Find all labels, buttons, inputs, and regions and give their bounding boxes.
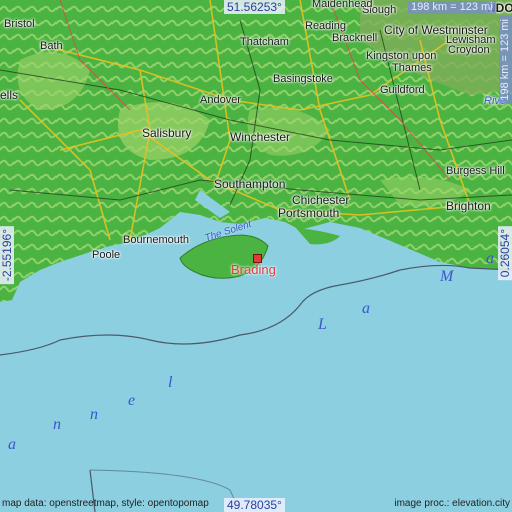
credit-image-proc: image proc.: elevation.city [394, 498, 510, 509]
channel-letter-7: a [362, 300, 370, 317]
place-portsmouth: Portsmouth [278, 206, 340, 220]
place-kingston: Kingston upon [366, 50, 437, 62]
channel-letter-8: M [440, 268, 454, 285]
place-chichester: Chichester [292, 193, 350, 207]
channel-letter-1: a [8, 436, 16, 453]
coord-right-lon: 0.26054° [498, 226, 512, 281]
place-maidenhead: Maidenhead [312, 0, 373, 10]
coord-left-lon: -2.55196° [0, 226, 14, 285]
place-bristol: Bristol [4, 18, 35, 30]
map-canvas[interactable]: Bath Bristol ells Salisbury Andover Winc… [0, 0, 512, 512]
channel-letter-3: n [90, 406, 98, 423]
credit-map-data: map data: openstreetmap, style: opentopo… [2, 498, 209, 509]
channel-letter-5: l [168, 374, 173, 391]
channel-letter-4: e [128, 392, 136, 409]
scale-right: 198 km = 123 mi [499, 16, 512, 104]
place-winchester: Winchester [230, 130, 291, 144]
place-croydon: Croydon [448, 44, 490, 56]
channel-letter-2: n [53, 416, 61, 433]
place-burgess-hill: Burgess Hill [446, 165, 505, 177]
place-poole: Poole [92, 249, 121, 261]
place-basingstoke: Basingstoke [273, 73, 333, 85]
place-bournemouth: Bournemouth [123, 234, 190, 246]
scale-top: 198 km = 123 mi [408, 1, 496, 14]
place-bath: Bath [40, 40, 63, 52]
place-southampton: Southampton [214, 177, 286, 191]
place-andover: Andover [200, 94, 241, 106]
coord-bottom-lat: 49.78035° [224, 498, 285, 512]
channel-letter-6: L [318, 316, 327, 333]
place-bracknell: Bracknell [332, 32, 378, 44]
highlight-place-label[interactable]: Brading [231, 262, 276, 277]
place-thames: Thames [392, 62, 432, 74]
place-thatcham: Thatcham [240, 36, 289, 48]
place-salisbury: Salisbury [142, 126, 192, 140]
channel-letter-9: a [486, 250, 494, 267]
place-brighton: Brighton [446, 199, 491, 213]
place-reading: Reading [305, 20, 346, 32]
place-ells: ells [0, 88, 19, 102]
place-guildford: Guildford [380, 84, 425, 96]
coord-top-lat: 51.56253° [224, 0, 285, 14]
